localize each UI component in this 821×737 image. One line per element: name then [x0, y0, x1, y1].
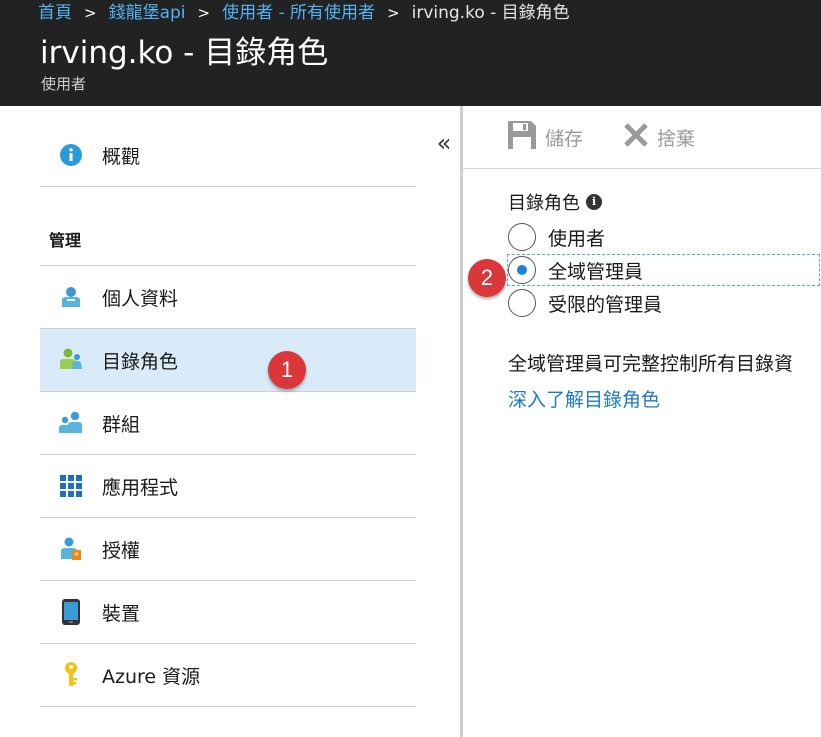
- info-icon[interactable]: i: [586, 194, 602, 210]
- sidebar-section-label: 管理: [49, 231, 82, 250]
- key-icon: [58, 662, 84, 688]
- breadcrumb-current: irving.ko - 目錄角色: [411, 3, 570, 23]
- learn-more-link[interactable]: 深入了解目錄角色: [508, 385, 660, 412]
- sidebar-item-label: 目錄角色: [102, 350, 179, 373]
- panel-divider: [460, 106, 463, 737]
- sidebar-item-label: 應用程式: [102, 476, 179, 499]
- apps-grid-icon: [58, 473, 84, 499]
- info-icon: [58, 142, 84, 168]
- group-icon: [58, 410, 84, 436]
- sidebar-item-label: 概觀: [102, 145, 141, 168]
- directory-role-field: 目錄角色 i: [508, 189, 602, 215]
- radio-button[interactable]: [508, 289, 536, 317]
- save-button[interactable]: 儲存: [507, 120, 584, 155]
- sidebar-item-azure-resources[interactable]: Azure 資源: [40, 644, 416, 707]
- radio-button[interactable]: [508, 256, 536, 284]
- radio-button[interactable]: [508, 223, 536, 251]
- sidebar-item-label: 群組: [102, 413, 141, 436]
- sidebar-item-profile[interactable]: 個人資料: [40, 266, 416, 329]
- sidebar-item-label: 授權: [102, 539, 141, 562]
- save-label: 儲存: [545, 127, 584, 150]
- discard-button[interactable]: 捨棄: [623, 122, 695, 152]
- command-toolbar: 儲存 捨棄: [463, 106, 821, 169]
- sidebar-item-licenses[interactable]: 授權: [40, 518, 416, 581]
- radio-option-user[interactable]: 使用者: [508, 221, 821, 253]
- close-icon: [623, 122, 657, 153]
- sidebar-item-label: 個人資料: [102, 287, 179, 310]
- annotation-badge: 1: [268, 351, 306, 389]
- radio-option-global-admin[interactable]: 全域管理員: [507, 254, 820, 286]
- save-icon: [507, 120, 545, 155]
- breadcrumb-separator: >: [197, 4, 211, 22]
- header-bar: 首頁 > 錢龍堡api > 使用者 - 所有使用者 > irving.ko - …: [0, 0, 821, 106]
- sidebar-item-label: 裝置: [102, 602, 141, 625]
- radio-label: 使用者: [548, 227, 606, 250]
- license-icon: [58, 536, 84, 562]
- discard-label: 捨棄: [657, 127, 696, 150]
- annotation-badge: 2: [468, 259, 506, 297]
- radio-option-limited-admin[interactable]: 受限的管理員: [508, 287, 821, 319]
- role-description: 全域管理員可完整控制所有目錄資: [508, 353, 794, 375]
- breadcrumb-separator: >: [84, 4, 97, 22]
- breadcrumb-tenant[interactable]: 錢龍堡api: [109, 2, 186, 24]
- breadcrumb-separator: >: [387, 4, 400, 22]
- sidebar-item-overview[interactable]: 概觀: [40, 124, 416, 187]
- breadcrumb-all-users[interactable]: 使用者 - 所有使用者: [222, 2, 375, 24]
- radio-label: 全域管理員: [548, 260, 644, 283]
- page-title: irving.ko - 目錄角色: [40, 35, 329, 71]
- directory-role-icon: [58, 347, 84, 373]
- user-profile-icon: [58, 284, 84, 310]
- sidebar-section: 管理: [40, 187, 416, 266]
- breadcrumb: 首頁 > 錢龍堡api > 使用者 - 所有使用者 > irving.ko - …: [38, 2, 570, 24]
- device-icon: [58, 599, 84, 625]
- sidebar-item-groups[interactable]: 群組: [40, 392, 416, 455]
- sidebar-item-directory-role[interactable]: 目錄角色: [40, 329, 416, 392]
- sidebar-item-apps[interactable]: 應用程式: [40, 455, 416, 518]
- field-label: 目錄角色: [508, 193, 580, 214]
- sidebar-nav: 概觀 管理 個人資料 目錄角色 群組 應用程式 授權 裝置 Azure 資源: [40, 124, 416, 707]
- collapse-sidebar-button[interactable]: «: [432, 130, 456, 156]
- breadcrumb-home[interactable]: 首頁: [38, 2, 72, 24]
- radio-label: 受限的管理員: [548, 293, 663, 316]
- sidebar-item-label: Azure 資源: [102, 665, 201, 688]
- page-subtitle: 使用者: [41, 75, 87, 93]
- sidebar-item-devices[interactable]: 裝置: [40, 581, 416, 644]
